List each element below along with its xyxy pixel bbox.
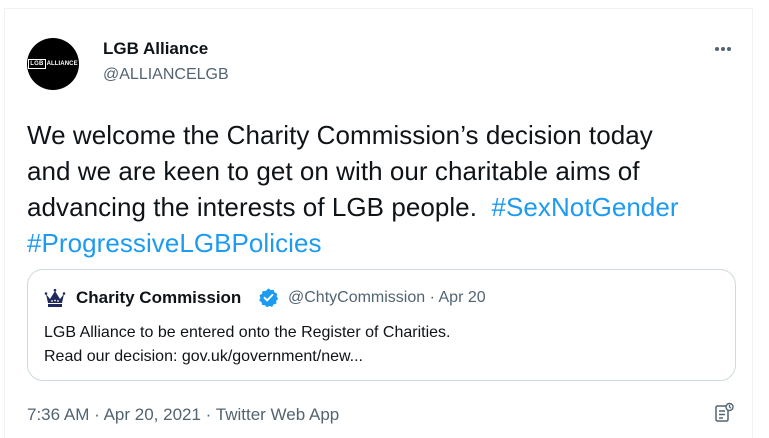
footer-separator-1: · [94, 405, 100, 424]
tweet-date[interactable]: Apr 20, 2021 [104, 405, 201, 424]
quoted-text: LGB Alliance to be entered onto the Regi… [44, 321, 450, 369]
logo-text: ALLIANCE [46, 61, 78, 67]
logo-box-text: LGB [28, 59, 46, 69]
hashtag-sexnotgender[interactable]: #SexNotGender [492, 192, 679, 222]
quoted-text-line-1: LGB Alliance to be entered onto the Regi… [44, 324, 451, 341]
quoted-author-name[interactable]: Charity Commission [76, 288, 241, 308]
tweet-line-2: and we are keen to get on with our chari… [27, 156, 640, 186]
analytics-icon[interactable] [713, 402, 735, 424]
tweet-card: LGB ALLIANCE LGB Alliance @ALLIANCELGB W… [4, 8, 753, 438]
footer-separator-2: · [205, 405, 212, 424]
tweet-line-4: #ProgressiveLGBPolicies [27, 225, 747, 261]
tweet-time[interactable]: 7:36 AM [27, 405, 89, 424]
more-horizontal-icon[interactable] [715, 39, 731, 59]
hashtag-progressivelgbpolicies[interactable]: #ProgressiveLGBPolicies [27, 228, 322, 258]
quoted-date[interactable]: Apr 20 [439, 289, 486, 306]
quoted-separator: · [429, 289, 435, 306]
tweet-line-3: advancing the interests of LGB people. #… [27, 189, 747, 225]
crown-icon [44, 288, 66, 307]
quoted-text-line-2: Read our decision: gov.uk/government/new… [44, 348, 363, 365]
tweet-line-3-text: advancing the interests of LGB people. [27, 192, 492, 222]
tweet-line-1: We welcome the Charity Commission’s deci… [27, 120, 653, 150]
author-avatar[interactable]: LGB ALLIANCE [27, 38, 79, 90]
author-display-name[interactable]: LGB Alliance [103, 39, 208, 59]
tweet-text: We welcome the Charity Commission’s deci… [27, 117, 747, 261]
lgb-alliance-logo: LGB ALLIANCE [28, 59, 78, 70]
quoted-meta: @ChtyCommission · Apr 20 [288, 289, 486, 307]
author-handle[interactable]: @ALLIANCELGB [103, 66, 229, 84]
tweet-source[interactable]: Twitter Web App [216, 405, 339, 424]
quoted-author-handle[interactable]: @ChtyCommission [288, 289, 425, 306]
tweet-footer: 7:36 AM · Apr 20, 2021 · Twitter Web App [27, 405, 339, 425]
verified-badge-icon [259, 288, 279, 308]
quoted-tweet[interactable]: Charity Commission @ChtyCommission · Apr… [27, 269, 736, 381]
